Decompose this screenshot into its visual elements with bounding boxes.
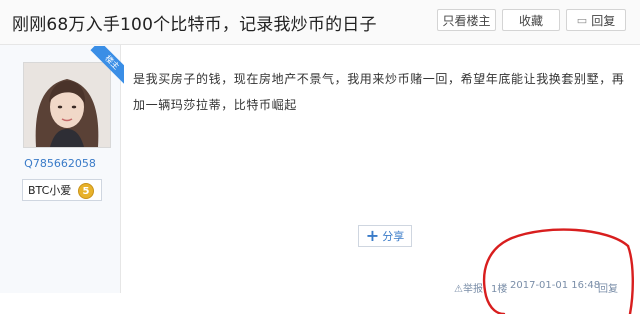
level-badge-icon: 5 <box>78 183 94 199</box>
reply-button[interactable]: ▭ 回复 <box>566 9 626 31</box>
post-time: 2017-01-01 16:48 <box>510 280 601 291</box>
only-op-button[interactable]: 只看楼主 <box>437 9 496 31</box>
only-op-label: 只看楼主 <box>442 13 491 28</box>
share-label: 分享 <box>382 230 405 243</box>
favorite-button[interactable]: 收藏 <box>502 9 560 31</box>
post-title: 刚刚68万入手100个比特币，记录我炒币的日子 <box>12 15 377 35</box>
favorite-label: 收藏 <box>518 13 543 28</box>
share-button[interactable]: + 分享 <box>358 225 412 247</box>
plus-icon: + <box>365 226 380 245</box>
red-circle-annotation <box>482 228 634 314</box>
reply-icon: ▭ <box>576 13 588 27</box>
op-badge: 楼主 <box>90 46 124 85</box>
user-id[interactable]: Q785662058 <box>0 157 120 170</box>
nickname: BTC小爱 <box>28 184 72 197</box>
level-value: 5 <box>82 185 90 197</box>
post-content: 是我买房子的钱，现在房地产不景气，我用来炒币赌一回，希望年底能让我换套别墅，再加… <box>133 72 625 112</box>
op-ribbon: 楼主 <box>84 46 124 86</box>
reply-label: 回复 <box>591 13 616 28</box>
post-header: 刚刚68万入手100个比特币，记录我炒币的日子 只看楼主 收藏 ▭ 回复 <box>0 0 640 45</box>
